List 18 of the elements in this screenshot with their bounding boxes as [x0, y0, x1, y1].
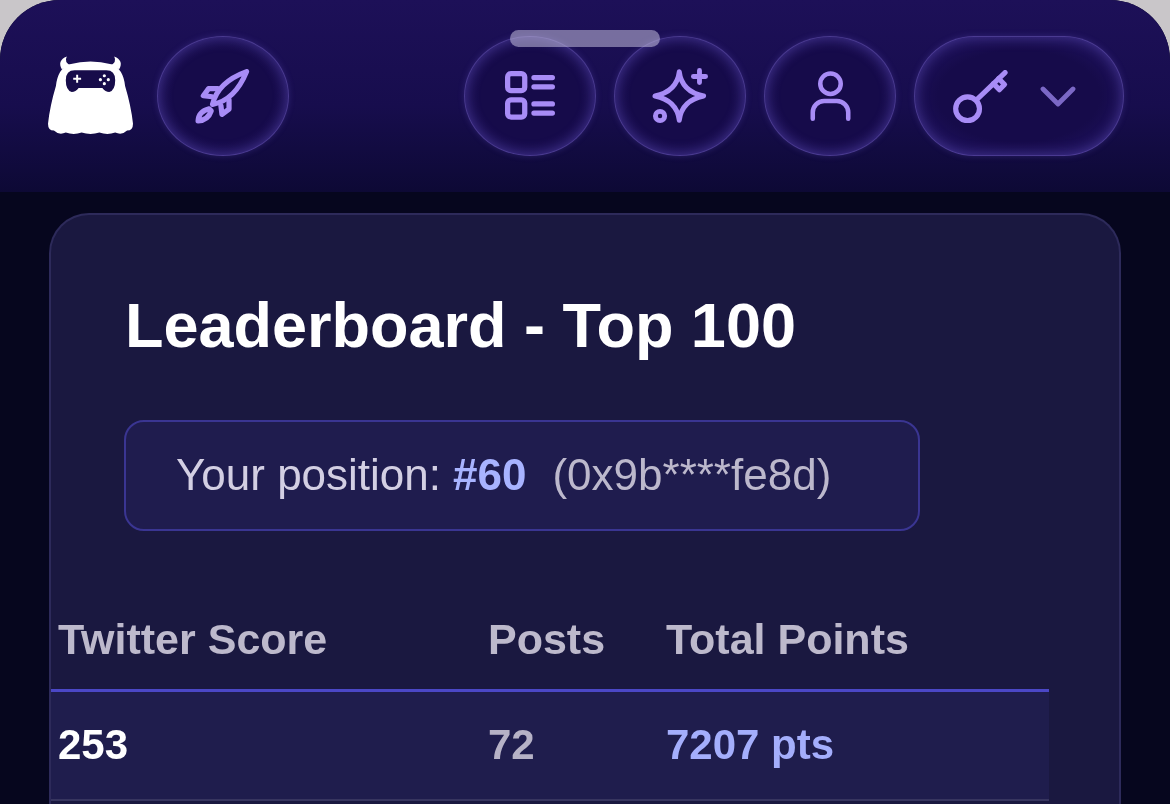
table-cell-text: 253 — [57, 721, 130, 770]
position-label: Your position: — [176, 450, 441, 501]
position-rank: #60 — [453, 450, 527, 501]
sparkle-icon — [651, 68, 709, 124]
key-icon — [952, 69, 1009, 123]
chevron-down-icon — [1040, 85, 1076, 107]
column-header: Total Points — [665, 614, 910, 664]
leaderboard-title: Leaderboard - Top 100 — [125, 289, 797, 362]
column-header: Posts — [487, 614, 607, 664]
column-header: Twitter Score — [57, 614, 329, 664]
user-icon — [809, 71, 851, 121]
list-icon — [505, 71, 555, 121]
grabber-handle[interactable] — [510, 30, 660, 47]
table-cell-text: 72 — [487, 721, 536, 770]
table-cell-text: 7207 pts — [665, 721, 836, 770]
monster-logo-icon — [48, 56, 133, 136]
rocket-icon — [195, 68, 251, 124]
wallet-address: (0x9b****fe8d) — [552, 450, 832, 501]
